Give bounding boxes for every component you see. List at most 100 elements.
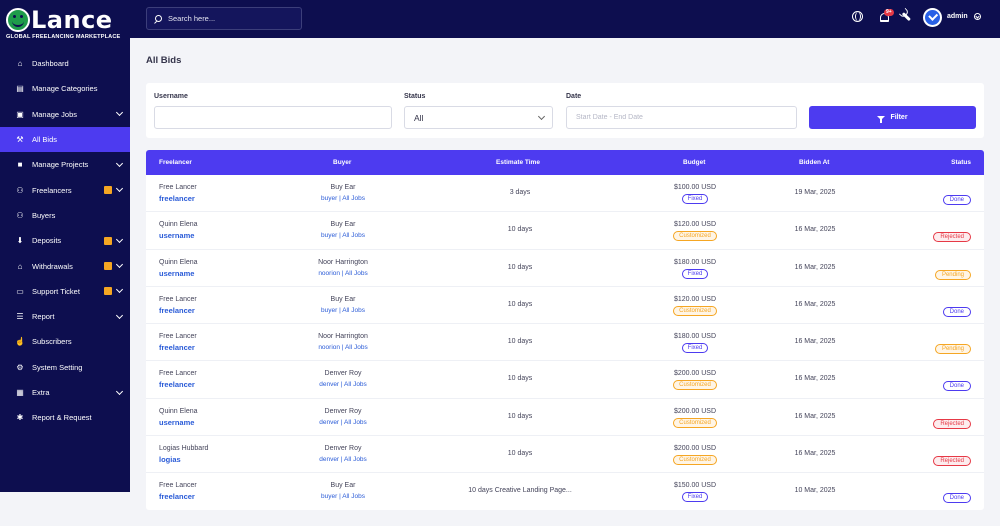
- buyer-links[interactable]: denver | All Jobs: [319, 381, 367, 388]
- sidebar-item-label: Manage Categories: [32, 84, 98, 94]
- wrench-icon[interactable]: [898, 9, 915, 26]
- estimate-time: 10 days Creative Landing Page...: [468, 487, 572, 495]
- search-input[interactable]: [168, 14, 298, 23]
- sidebar-item-manage-projects[interactable]: ■ Manage Projects: [0, 152, 130, 177]
- bidden-at: 16 Mar, 2025: [794, 226, 836, 234]
- freelancer-username-link[interactable]: username: [159, 269, 194, 278]
- page-title: All Bids: [146, 55, 182, 66]
- sidebar-item-manage-jobs[interactable]: ▣ Manage Jobs: [0, 102, 130, 127]
- freelancer-username-link[interactable]: freelancer: [159, 380, 195, 389]
- ticket-icon: ▭: [16, 286, 24, 296]
- table-row: Free Lancer freelancer Buy Ear buyer | All …: [146, 473, 984, 510]
- col-status: Status: [951, 159, 971, 166]
- chevron-down-icon: [115, 109, 124, 117]
- budget-amount: $150.00 USD: [673, 482, 717, 490]
- layers-icon: ▤: [16, 84, 24, 94]
- chevron-down-icon[interactable]: [974, 13, 981, 20]
- freelancer-name: Quinn Elena: [159, 407, 198, 415]
- filter-button[interactable]: Filter: [809, 106, 976, 129]
- buyer-links[interactable]: denver | All Jobs: [319, 456, 367, 463]
- buyer-name: Denver Roy: [324, 407, 362, 415]
- status-badge: Pending: [934, 269, 971, 280]
- freelancer-username-link[interactable]: freelancer: [159, 306, 195, 315]
- estimate-time: 10 days: [507, 375, 533, 383]
- estimate-time: 3 days: [509, 189, 531, 196]
- sidebar-item-extra[interactable]: ▦ Extra: [0, 380, 130, 405]
- buyer-links[interactable]: buyer | All Jobs: [321, 232, 365, 239]
- freelancer-name: Free Lancer: [159, 333, 197, 341]
- table-row: Free Lancer freelancer Buy Ear buyer | All …: [146, 175, 984, 213]
- chevron-down-icon: [537, 112, 546, 121]
- chevron-down-icon: [115, 387, 124, 395]
- brand-tagline: GLOBAL FREELANCING MARKETPLACE: [6, 34, 121, 40]
- logo-smiley-icon: [6, 8, 30, 32]
- username-input[interactable]: [154, 106, 392, 129]
- username-label: Username: [154, 93, 188, 100]
- globe-icon[interactable]: [852, 11, 863, 22]
- check-badge-icon: [925, 10, 940, 25]
- bidden-at: 16 Mar, 2025: [794, 338, 836, 346]
- chevron-down-icon: [115, 185, 124, 193]
- date-range-input[interactable]: [566, 106, 797, 129]
- sidebar-item-manage-categories[interactable]: ▤ Manage Categories: [0, 76, 130, 101]
- sidebar-item-freelancers[interactable]: ⚇ Freelancers: [0, 177, 130, 202]
- sidebar-item-system-setting[interactable]: ⚙ System Setting: [0, 355, 130, 380]
- chevron-down-icon: [115, 260, 124, 269]
- col-estimate-time: Estimate Time: [496, 159, 540, 166]
- budget-amount: $200.00 USD: [673, 407, 717, 415]
- sidebar-item-support-ticket[interactable]: ▭ Support Ticket: [0, 279, 130, 304]
- buyer-name: Noor Harrington: [318, 258, 368, 266]
- buyer-links[interactable]: denver | All Jobs: [319, 419, 367, 426]
- freelancer-username-link[interactable]: username: [159, 418, 194, 427]
- search-box[interactable]: [146, 7, 302, 30]
- freelancer-username-link[interactable]: freelancer: [159, 343, 195, 352]
- bids-table: Freelancer Buyer Estimate Time Budget Bi…: [146, 150, 984, 510]
- folder-icon: ■: [17, 160, 23, 170]
- table-row: Quinn Elena username Noor Harrington noorio…: [146, 250, 984, 287]
- sidebar-item-withdrawals[interactable]: ⌂ Withdrawals: [0, 253, 130, 278]
- status-badge: Done: [942, 306, 971, 317]
- sidebar-item-report-request[interactable]: ✱ Report & Request: [0, 405, 130, 430]
- chevron-down-icon: [115, 235, 124, 243]
- sidebar-item-dashboard[interactable]: ⌂ Dashboard: [0, 51, 130, 76]
- sidebar-item-deposits[interactable]: ⬇ Deposits: [0, 228, 130, 253]
- col-bidden-at: Bidden At: [799, 159, 830, 166]
- sidebar-item-all-bids[interactable]: ⚒ All Bids: [0, 126, 130, 153]
- date-label: Date: [566, 93, 582, 100]
- sidebar-item-buyers[interactable]: ⚇ Buyers: [0, 203, 130, 228]
- budget-amount: $180.00 USD: [673, 258, 717, 266]
- brand-logo[interactable]: Lance GLOBAL FREELANCING MARKETPLACE: [0, 0, 130, 50]
- estimate-time: 10 days: [507, 412, 533, 420]
- notification-badge: 9+: [884, 9, 894, 16]
- freelancer-name: Free Lancer: [159, 295, 197, 303]
- sidebar-item-report[interactable]: ☰ Report: [0, 304, 130, 329]
- table-body: Free Lancer freelancer Buy Ear buyer | All …: [146, 175, 984, 510]
- freelancer-username-link[interactable]: freelancer: [159, 194, 195, 203]
- briefcase-icon: ▣: [16, 109, 24, 119]
- user-name[interactable]: admin: [947, 13, 968, 20]
- buyer-name: Buy Ear: [330, 184, 356, 191]
- bidden-at: 16 Mar, 2025: [794, 450, 836, 458]
- freelancer-username-link[interactable]: logias: [159, 455, 181, 464]
- bidden-at: 19 Mar, 2025: [794, 189, 836, 196]
- status-badge: Rejected: [933, 418, 971, 429]
- sidebar-item-label: Report: [32, 312, 55, 322]
- status-select[interactable]: All: [404, 106, 553, 129]
- table-row: Free Lancer freelancer Buy Ear buyer | All …: [146, 287, 984, 325]
- freelancer-name: Quinn Elena: [159, 258, 198, 266]
- bidden-at: 10 Mar, 2025: [794, 487, 836, 495]
- buyer-links[interactable]: buyer | All Jobs: [321, 307, 365, 314]
- freelancer-username-link[interactable]: username: [159, 231, 194, 240]
- sidebar: Lance GLOBAL FREELANCING MARKETPLACE ⌂ Da…: [0, 0, 130, 492]
- buyer-name: Denver Roy: [324, 370, 362, 378]
- avatar[interactable]: [923, 8, 942, 27]
- alert-badge: [104, 186, 112, 195]
- freelancer-username-link[interactable]: freelancer: [159, 492, 195, 501]
- buyer-links[interactable]: noorion | All Jobs: [318, 344, 367, 351]
- sidebar-item-label: Freelancers: [32, 185, 72, 195]
- sidebar-item-subscribers[interactable]: ☝ Subscribers: [0, 329, 130, 354]
- buyer-links[interactable]: buyer | All Jobs: [321, 195, 365, 202]
- buyer-links[interactable]: buyer | All Jobs: [321, 493, 365, 500]
- grid-icon: ▦: [16, 388, 24, 397]
- buyer-links[interactable]: noorion | All Jobs: [318, 270, 367, 277]
